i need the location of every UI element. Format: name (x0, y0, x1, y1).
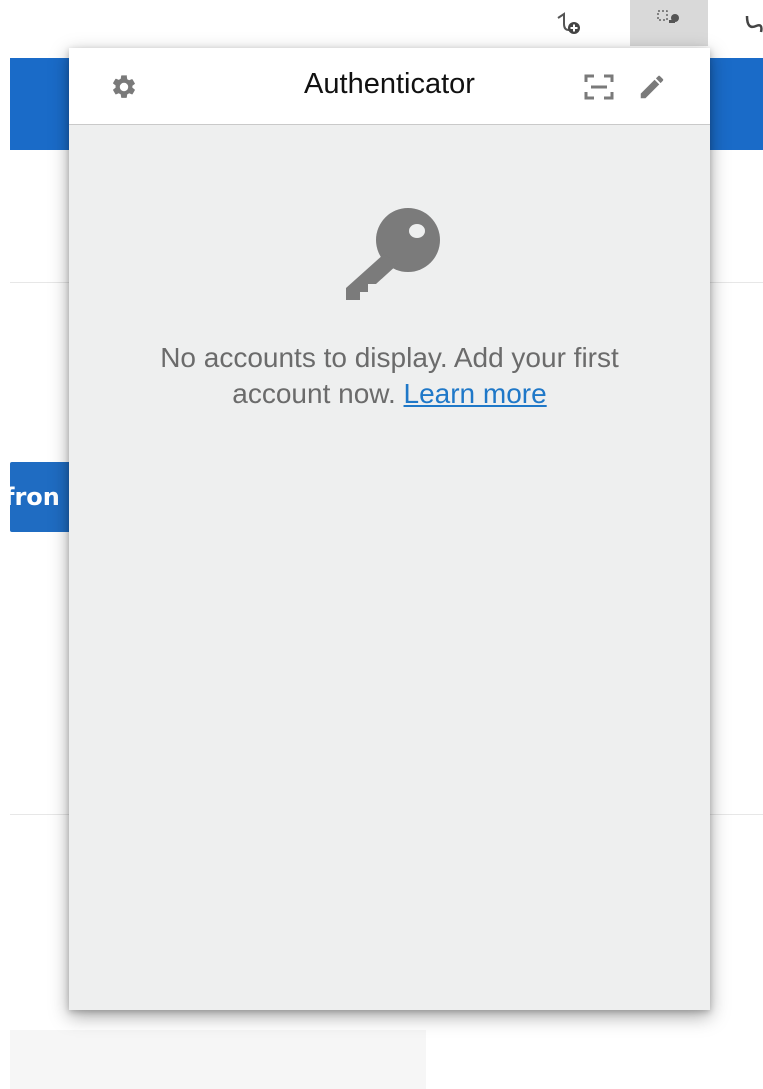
page-blue-button[interactable]: fron (10, 462, 69, 532)
authenticator-popup: Authenticator No accounts to display. Ad… (69, 48, 710, 1010)
authenticator-extension-icon[interactable] (630, 0, 708, 46)
page-edge (0, 0, 10, 1089)
key-icon (345, 208, 440, 300)
extension-icon[interactable] (744, 10, 763, 38)
empty-message: No accounts to display. Add your first a… (110, 340, 670, 412)
popup-header: Authenticator (69, 48, 710, 125)
add-extension-icon[interactable] (556, 10, 582, 38)
page-blue-button-label: fron (10, 483, 60, 511)
empty-message-text: No accounts to display. Add your first a… (160, 342, 619, 409)
empty-state: No accounts to display. Add your first a… (69, 208, 710, 412)
browser-toolbar (0, 0, 763, 48)
scan-qr-icon[interactable] (582, 70, 616, 104)
pencil-icon[interactable] (635, 70, 669, 104)
learn-more-link[interactable]: Learn more (404, 378, 547, 409)
page-bottom-strip (10, 1030, 426, 1089)
